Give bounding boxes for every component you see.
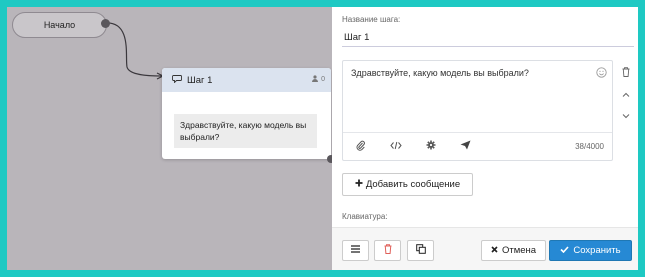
copy-icon — [415, 244, 426, 257]
cancel-label: Отмена — [501, 245, 537, 256]
copy-step-button[interactable] — [407, 240, 434, 261]
message-toolbar: 38/4000 — [343, 132, 612, 160]
code-icon[interactable] — [378, 141, 413, 153]
send-icon[interactable] — [448, 140, 483, 153]
start-node[interactable]: Начало — [12, 12, 107, 38]
step-card-title: Шаг 1 — [187, 74, 213, 86]
paperclip-icon[interactable] — [343, 140, 378, 154]
check-icon — [560, 245, 569, 256]
message-editor[interactable]: Здравствуйте, какую модель вы выбрали? 3… — [342, 60, 613, 161]
step-name-label: Название шага: — [342, 15, 401, 24]
app-frame: Начало Шаг 1 0 Здравствуйте, какую модел… — [7, 7, 638, 270]
chat-bubble-icon — [172, 74, 182, 86]
user-icon — [312, 75, 319, 84]
trash-icon[interactable] — [622, 67, 630, 79]
step-editor-panel: Название шага: Здравствуйте, какую модел… — [332, 7, 638, 270]
delete-step-button[interactable] — [374, 240, 401, 261]
step-card-message: Здравствуйте, какую модель вы выбрали? — [174, 114, 317, 148]
char-counter: 38/4000 — [575, 142, 604, 151]
user-count: 0 — [321, 76, 325, 83]
save-label: Сохранить — [573, 245, 621, 256]
chevron-up-icon[interactable] — [622, 90, 630, 100]
menu-icon — [351, 245, 360, 256]
step-card[interactable]: Шаг 1 0 Здравствуйте, какую модель вы вы… — [162, 68, 331, 159]
gear-icon[interactable] — [413, 140, 448, 153]
plus-icon — [355, 179, 363, 190]
add-message-label: Добавить сообщение — [365, 179, 461, 190]
cancel-button[interactable]: Отмена — [481, 240, 546, 261]
keyboard-label: Клавиатура: — [342, 212, 388, 221]
start-node-port[interactable] — [101, 19, 110, 28]
step-name-input[interactable] — [342, 25, 634, 47]
close-icon — [491, 245, 498, 256]
trash-icon — [384, 244, 392, 257]
add-message-button[interactable]: Добавить сообщение — [342, 173, 473, 196]
message-text[interactable]: Здравствуйте, какую модель вы выбрали? — [351, 68, 529, 78]
menu-button[interactable] — [342, 240, 369, 261]
step-card-users: 0 — [312, 75, 325, 84]
start-node-label: Начало — [43, 20, 76, 30]
smiley-icon[interactable] — [596, 67, 607, 81]
save-button[interactable]: Сохранить — [549, 240, 632, 261]
step-card-header: Шаг 1 0 — [162, 68, 331, 92]
chevron-down-icon[interactable] — [622, 111, 630, 121]
flow-canvas[interactable]: Начало Шаг 1 0 Здравствуйте, какую модел… — [7, 7, 332, 270]
